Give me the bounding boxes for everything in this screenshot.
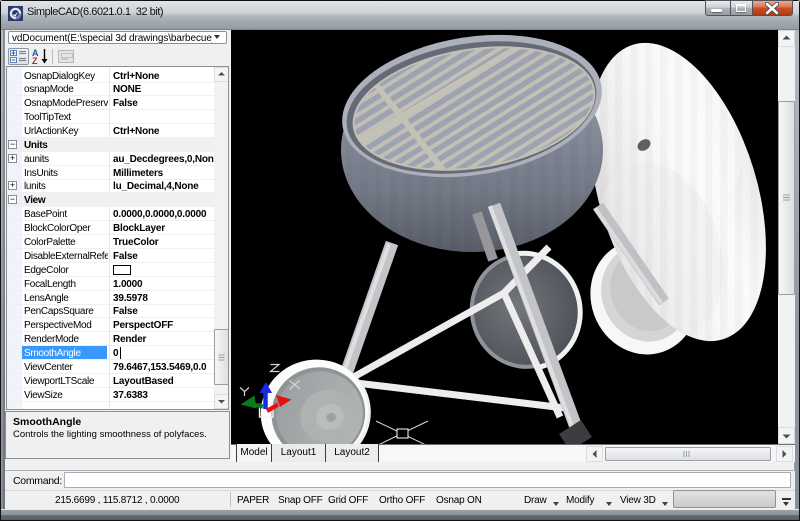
svg-text:Z: Z <box>32 56 38 65</box>
